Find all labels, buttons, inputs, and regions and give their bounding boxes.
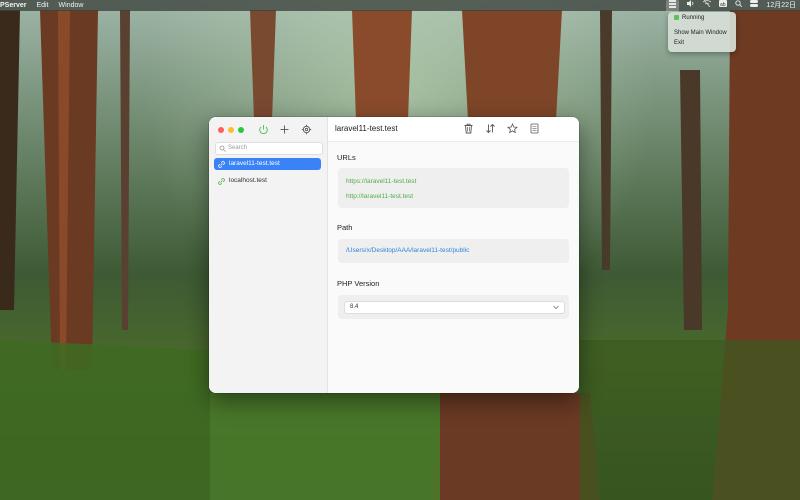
- site-title: laravel11-test.test: [335, 124, 398, 133]
- search-field[interactable]: Search: [215, 142, 323, 155]
- php-version-value: 8.4: [350, 304, 359, 310]
- input-method-icon[interactable]: ab: [719, 0, 728, 11]
- minimize-window-button[interactable]: [228, 127, 234, 133]
- http-url-link[interactable]: http://laravel11-test.test: [346, 193, 413, 200]
- tray-status-item: Running: [674, 14, 704, 23]
- site-label: localhost.test: [229, 177, 267, 184]
- svg-text:ab: ab: [720, 2, 726, 7]
- urls-section-label: URLs: [337, 153, 356, 162]
- tray-server-icon[interactable]: [666, 0, 680, 12]
- menu-app-name[interactable]: PServer: [0, 0, 26, 11]
- chevron-down-icon: [553, 305, 559, 310]
- path-section-label: Path: [337, 223, 353, 232]
- volume-icon[interactable]: [687, 0, 695, 11]
- zoom-window-button[interactable]: [238, 127, 244, 133]
- site-item-laravel11[interactable]: laravel11-test.test: [214, 158, 321, 170]
- site-label: laravel11-test.test: [229, 160, 280, 167]
- detail-pane: laravel11-test.test URLs https://laravel…: [328, 117, 579, 393]
- app-window: Search laravel11-test.test localhost.tes…: [209, 117, 579, 393]
- menu-bar: PServer Edit Window ab 12月22日: [0, 0, 800, 12]
- wifi-off-icon[interactable]: [703, 0, 712, 11]
- control-center-icon[interactable]: [750, 0, 759, 11]
- menubar-status-area: ab 12月22日: [666, 0, 796, 12]
- link-icon: [218, 161, 225, 168]
- gear-icon[interactable]: [301, 124, 312, 135]
- star-icon[interactable]: [507, 123, 518, 134]
- show-main-window-item[interactable]: Show Main Window: [674, 29, 727, 38]
- menu-window[interactable]: Window: [59, 0, 84, 11]
- running-indicator-icon: [674, 14, 679, 20]
- link-icon: [218, 178, 225, 185]
- spotlight-search-icon[interactable]: [735, 0, 743, 11]
- urls-box: https://laravel11-test.test http://larav…: [338, 168, 569, 208]
- power-icon[interactable]: [258, 124, 269, 135]
- menu-edit[interactable]: Edit: [36, 0, 48, 11]
- tray-dropdown-menu: Running Show Main Window Exit: [668, 12, 736, 52]
- sidebar: Search laravel11-test.test localhost.tes…: [209, 117, 328, 393]
- php-box: 8.4: [338, 295, 569, 319]
- document-icon[interactable]: [529, 123, 540, 134]
- window-controls: [218, 127, 244, 133]
- add-site-icon[interactable]: [279, 124, 290, 135]
- menubar-clock[interactable]: 12月22日: [766, 0, 796, 11]
- php-section-label: PHP Version: [337, 279, 380, 288]
- https-url-link[interactable]: https://laravel11-test.test: [346, 178, 416, 185]
- exit-item[interactable]: Exit: [674, 39, 684, 48]
- close-window-button[interactable]: [218, 127, 224, 133]
- tray-status-label: Running: [682, 15, 705, 21]
- detail-header: laravel11-test.test: [328, 117, 579, 142]
- site-item-localhost[interactable]: localhost.test: [214, 175, 321, 187]
- sort-arrows-icon[interactable]: [485, 123, 496, 134]
- search-icon: [219, 145, 226, 152]
- path-box: /Users/x/Desktop/AAA/laravel11-test/publ…: [338, 239, 569, 263]
- search-placeholder: Search: [228, 145, 248, 151]
- php-version-select[interactable]: 8.4: [344, 301, 565, 314]
- path-link[interactable]: /Users/x/Desktop/AAA/laravel11-test/publ…: [346, 247, 469, 254]
- trash-icon[interactable]: [463, 123, 474, 134]
